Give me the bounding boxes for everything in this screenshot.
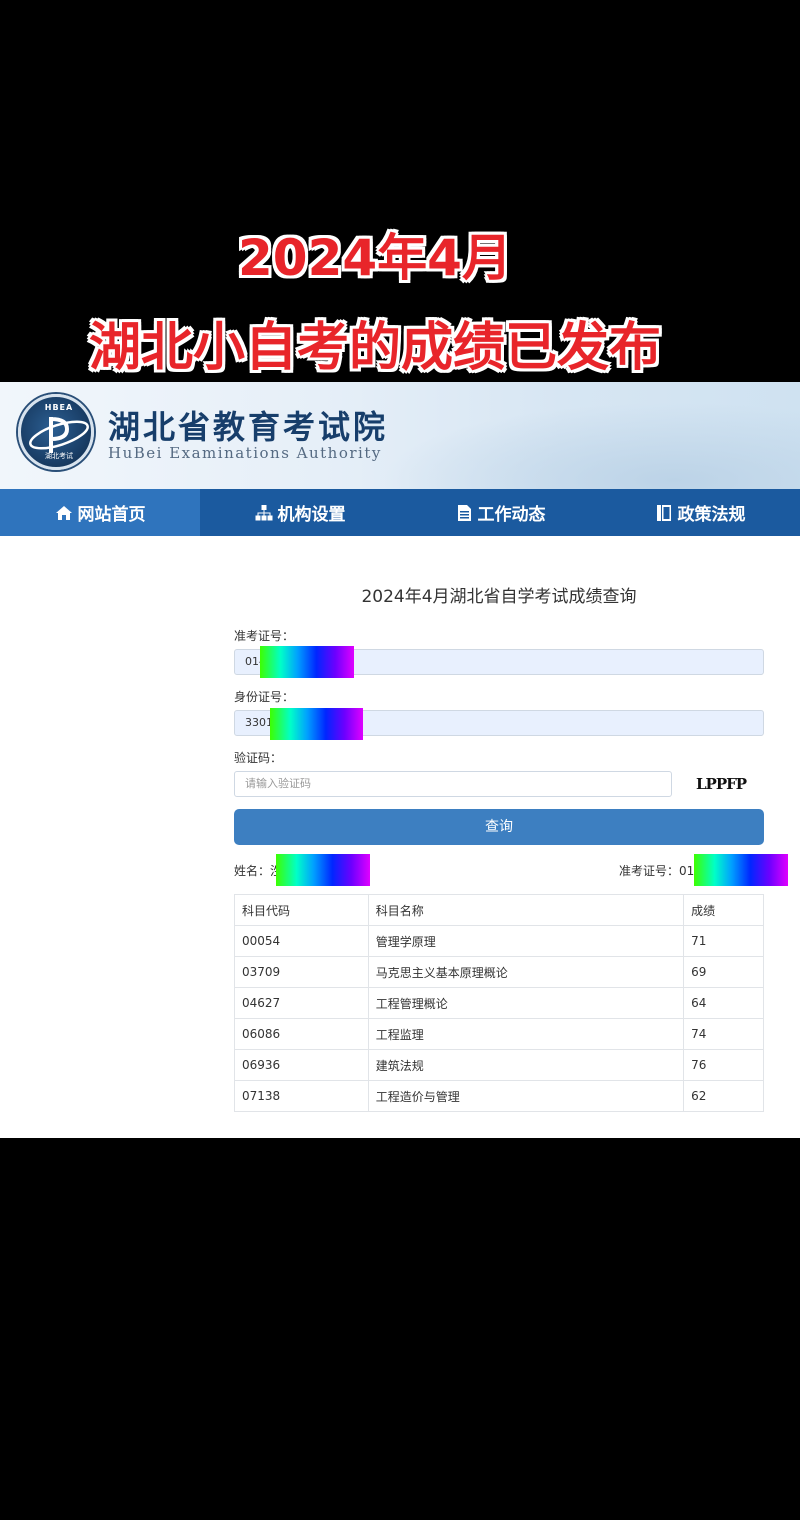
site-banner: HBEA 湖北考试 湖北省教育考试院 HuBei Examinations Au… bbox=[0, 382, 800, 489]
nav-item-home[interactable]: 网站首页 bbox=[0, 489, 200, 536]
table-row: 00054 管理学原理 71 bbox=[234, 925, 764, 957]
cell-subject: 工程管理概论 bbox=[367, 987, 685, 1019]
column-header-subject: 科目名称 bbox=[367, 894, 685, 926]
main-nav: 网站首页 机构设置 工作动态 政策法规 bbox=[0, 489, 800, 536]
home-icon bbox=[55, 505, 72, 520]
document-icon bbox=[457, 504, 471, 521]
table-row: 04627 工程管理概论 64 bbox=[234, 987, 764, 1019]
table-header-row: 科目代码 科目名称 成绩 bbox=[234, 894, 764, 926]
form-title: 2024年4月湖北省自学考试成绩查询 bbox=[361, 587, 637, 607]
captcha-input[interactable]: 请输入验证码 bbox=[234, 771, 672, 797]
org-chart-icon bbox=[255, 504, 272, 520]
logo-text-bottom: 湖北考试 bbox=[45, 452, 73, 460]
query-button[interactable]: 查询 bbox=[234, 809, 764, 845]
nav-item-label: 政策法规 bbox=[677, 505, 746, 525]
student-name: 姓名：泩 bbox=[234, 864, 283, 878]
column-header-score: 成绩 bbox=[683, 894, 764, 926]
captcha-label: 验证码： bbox=[234, 751, 283, 765]
table-row: 06936 建筑法规 76 bbox=[234, 1049, 764, 1081]
cell-score: 69 bbox=[683, 956, 764, 988]
nav-item-organization[interactable]: 机构设置 bbox=[200, 489, 400, 536]
nav-item-label: 网站首页 bbox=[77, 505, 146, 525]
cell-subject: 建筑法规 bbox=[367, 1049, 685, 1081]
captcha-image[interactable]: LPPFP bbox=[696, 775, 747, 793]
nav-item-label: 机构设置 bbox=[277, 505, 346, 525]
redaction-blur bbox=[260, 646, 354, 678]
redaction-blur bbox=[694, 854, 788, 886]
cell-code: 04627 bbox=[234, 987, 369, 1019]
table-row: 03709 马克思主义基本原理概论 69 bbox=[234, 956, 764, 988]
cell-code: 07138 bbox=[234, 1080, 369, 1112]
id-number-label: 身份证号： bbox=[234, 690, 295, 704]
redaction-blur bbox=[270, 708, 363, 740]
overlay-title-line1: 2024年4月 bbox=[238, 229, 512, 287]
overlay-title-line2: 湖北小自考的成绩已发布 bbox=[88, 318, 661, 378]
logo-text-top: HBEA bbox=[44, 403, 74, 412]
bottom-black-bar bbox=[0, 1138, 800, 1520]
site-logo[interactable]: HBEA 湖北考试 bbox=[18, 394, 94, 470]
cell-score: 74 bbox=[683, 1018, 764, 1050]
site-title-cn: 湖北省教育考试院 bbox=[108, 408, 389, 446]
cell-score: 71 bbox=[683, 925, 764, 957]
cell-code: 06936 bbox=[234, 1049, 369, 1081]
cell-subject: 工程监理 bbox=[367, 1018, 685, 1050]
nav-item-policy[interactable]: 政策法规 bbox=[600, 489, 800, 536]
nav-item-news[interactable]: 工作动态 bbox=[400, 489, 600, 536]
result-admission-number: 准考证号：01 bbox=[619, 864, 695, 878]
site-title-en: HuBei Examinations Authority bbox=[108, 444, 382, 462]
cell-code: 00054 bbox=[234, 925, 369, 957]
cell-score: 76 bbox=[683, 1049, 764, 1081]
redaction-blur bbox=[276, 854, 370, 886]
cell-score: 62 bbox=[683, 1080, 764, 1112]
cell-subject: 管理学原理 bbox=[367, 925, 685, 957]
cell-subject: 马克思主义基本原理概论 bbox=[367, 956, 685, 988]
table-row: 06086 工程监理 74 bbox=[234, 1018, 764, 1050]
nav-item-label: 工作动态 bbox=[477, 505, 546, 525]
book-icon bbox=[656, 504, 671, 521]
cell-score: 64 bbox=[683, 987, 764, 1019]
table-row: 07138 工程造价与管理 62 bbox=[234, 1080, 764, 1112]
column-header-code: 科目代码 bbox=[234, 894, 369, 926]
scores-table: 科目代码 科目名称 成绩 00054 管理学原理 71 03709 马克思主义基… bbox=[234, 894, 764, 1112]
web-page: HBEA 湖北考试 湖北省教育考试院 HuBei Examinations Au… bbox=[0, 382, 800, 1138]
admission-number-label: 准考证号： bbox=[234, 629, 295, 643]
cell-code: 06086 bbox=[234, 1018, 369, 1050]
cell-subject: 工程造价与管理 bbox=[367, 1080, 685, 1112]
cell-code: 03709 bbox=[234, 956, 369, 988]
